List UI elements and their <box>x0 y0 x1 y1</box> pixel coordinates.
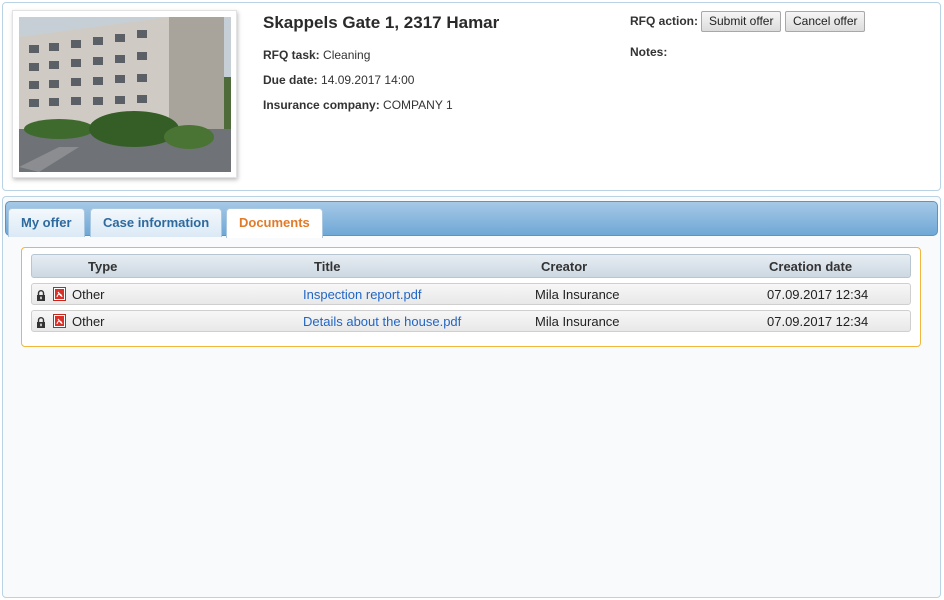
document-title-link[interactable]: Inspection report.pdf <box>303 287 422 302</box>
property-photo <box>19 17 231 172</box>
due-date-label: Due date: <box>263 73 318 87</box>
tab-bar: My offer Case information Documents <box>5 201 938 238</box>
document-type: Other <box>72 287 105 302</box>
table-row: Other Inspection report.pdf Mila Insuran… <box>31 283 911 305</box>
due-date-row: Due date: 14.09.2017 14:00 <box>263 73 414 87</box>
submit-offer-button[interactable]: Submit offer <box>701 11 782 32</box>
tab-case-information[interactable]: Case information <box>90 208 223 237</box>
pdf-icon[interactable] <box>53 287 66 304</box>
lock-icon <box>36 316 46 331</box>
insurance-company-value: COMPANY 1 <box>383 98 453 112</box>
document-creation-date: 07.09.2017 12:34 <box>767 314 869 329</box>
insurance-company-row: Insurance company: COMPANY 1 <box>263 98 453 112</box>
notes-label: Notes: <box>630 45 668 59</box>
column-header-title[interactable]: Title <box>314 259 341 274</box>
document-creator: Mila Insurance <box>535 314 620 329</box>
cancel-offer-button[interactable]: Cancel offer <box>785 11 866 32</box>
rfq-action-label: RFQ action: <box>630 14 698 28</box>
due-date-value: 14.09.2017 14:00 <box>321 73 415 87</box>
property-photo-frame <box>12 10 237 178</box>
tab-my-offer[interactable]: My offer <box>8 208 85 237</box>
column-header-type[interactable]: Type <box>88 259 117 274</box>
column-header-creator[interactable]: Creator <box>541 259 587 274</box>
document-type: Other <box>72 314 105 329</box>
rfq-task-row: RFQ task: Cleaning <box>263 48 370 62</box>
lock-icon <box>36 289 46 304</box>
document-title-link[interactable]: Details about the house.pdf <box>303 314 461 329</box>
column-header-creation-date[interactable]: Creation date <box>769 259 852 274</box>
tab-documents[interactable]: Documents <box>226 208 323 238</box>
property-address: Skappels Gate 1, 2317 Hamar <box>263 13 500 32</box>
documents-table-header: Type Title Creator Creation date <box>31 254 911 278</box>
insurance-company-label: Insurance company: <box>263 98 380 112</box>
document-creator: Mila Insurance <box>535 287 620 302</box>
document-creation-date: 07.09.2017 12:34 <box>767 287 869 302</box>
pdf-icon[interactable] <box>53 314 66 331</box>
table-row: Other Details about the house.pdf Mila I… <box>31 310 911 332</box>
offer-details-panel: My offer Case information Documents Type… <box>2 196 941 598</box>
documents-container: Type Title Creator Creation date Other I… <box>21 247 921 347</box>
rfq-task-label: RFQ task: <box>263 48 320 62</box>
property-summary-panel: Skappels Gate 1, 2317 Hamar RFQ task: Cl… <box>2 2 941 191</box>
rfq-task-value: Cleaning <box>323 48 371 62</box>
